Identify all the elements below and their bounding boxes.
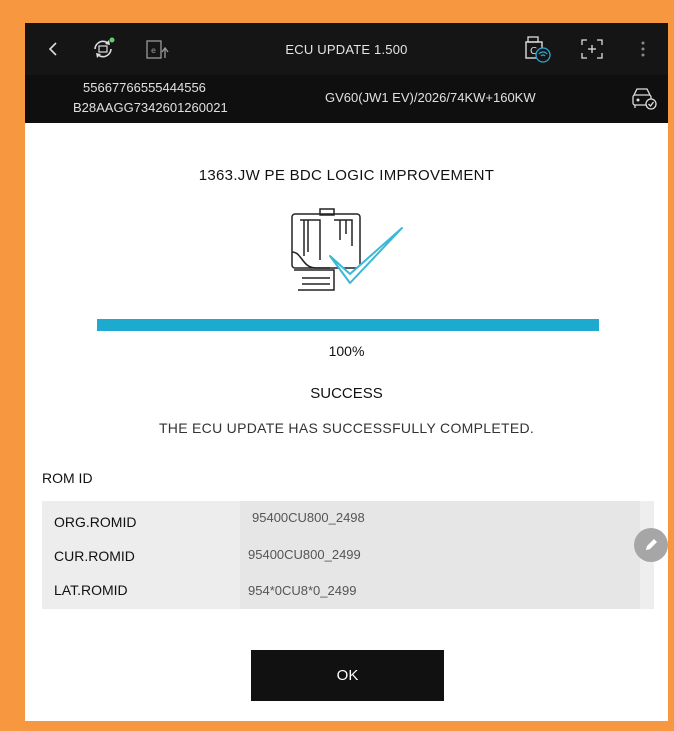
progress-bar [97,319,599,331]
vehicle-info-bar: 55667766555444556 B28AAGG7342601260021 G… [25,75,668,123]
rom-label: CUR.ROMID [54,548,135,564]
screenshot-icon[interactable] [578,23,606,75]
rom-label: ORG.ROMID [54,514,137,530]
progress-percent: 100% [328,343,365,359]
more-vert-icon[interactable] [633,23,653,75]
progress-fill [97,319,599,331]
ok-button[interactable]: OK [251,650,444,701]
vci-wifi-icon[interactable]: C [521,23,553,75]
page-title: ECU UPDATE 1.500 [285,41,408,57]
table-row: CUR.ROMID 95400CU800_2499 [42,537,654,571]
car-check-icon[interactable] [630,85,658,118]
rom-value: 95400CU800_2498 [252,510,365,525]
status-message: THE ECU UPDATE HAS SUCCESSFULLY COMPLETE… [158,420,535,436]
update-headline: 1363.JW PE BDC LOGIC IMPROVEMENT [198,167,495,184]
rom-value: 95400CU800_2499 [248,547,361,562]
table-row: LAT.ROMID 954*0CU8*0_2499 [42,571,654,605]
rom-label: LAT.ROMID [54,582,128,598]
top-bar: e ECU UPDATE 1.500 C [25,23,668,75]
vehicle-id-line2: B28AAGG7342601260021 [73,100,228,115]
pencil-icon [646,539,657,550]
rom-table: ORG.ROMID 95400CU800_2498 CUR.ROMID 9540… [42,501,654,609]
ecu-success-icon [290,208,406,298]
vehicle-id-line1: 55667766555444556 [83,80,206,95]
rom-value: 954*0CU8*0_2499 [248,583,357,598]
edit-button[interactable] [634,528,668,562]
vehicle-model: GV60(JW1 EV)/2026/74KW+160KW [325,90,536,105]
table-row: ORG.ROMID 95400CU800_2498 [42,503,654,537]
app-window: e ECU UPDATE 1.500 C 55667766555444556 B… [25,23,668,721]
rom-section-title: ROM ID [42,470,93,486]
status-text: SUCCESS [310,385,383,402]
